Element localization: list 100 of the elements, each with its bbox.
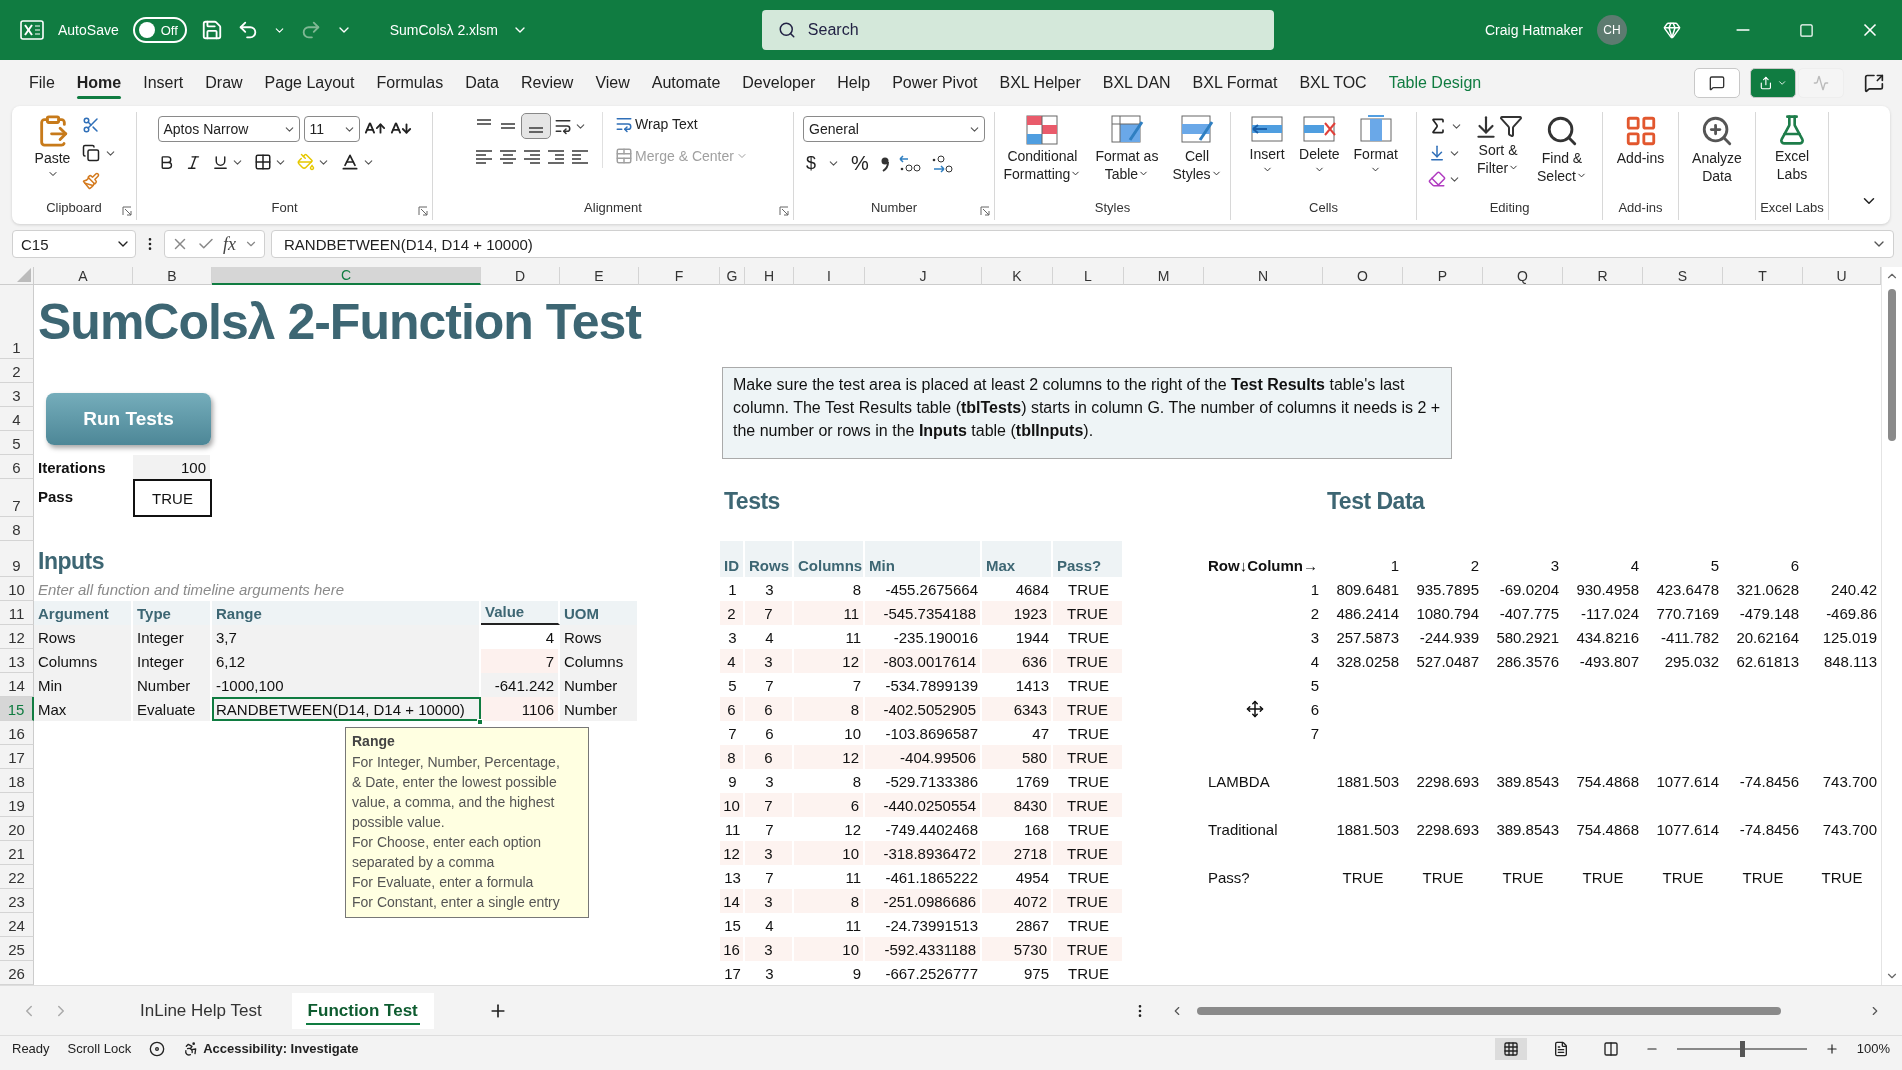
menu-tab[interactable]: Draw: [194, 66, 254, 100]
save-icon[interactable]: [200, 19, 223, 41]
row-header[interactable]: 20: [0, 817, 34, 841]
scroll-thumb[interactable]: [1888, 289, 1896, 441]
row-header[interactable]: 6: [0, 455, 34, 479]
column-header[interactable]: C: [212, 267, 481, 285]
font-name-field[interactable]: Aptos Narrow: [157, 116, 300, 142]
diamond-icon[interactable]: [1663, 21, 1681, 39]
menu-tab[interactable]: BXL Helper: [988, 66, 1092, 100]
file-name[interactable]: SumColsλ 2.xlsm: [389, 22, 498, 38]
increase-decimal-icon[interactable]: [897, 153, 922, 174]
name-box[interactable]: C15: [12, 230, 136, 258]
macro-record-icon[interactable]: [149, 1040, 166, 1057]
menu-tab[interactable]: Power Pivot: [881, 66, 989, 100]
column-header[interactable]: T: [1723, 267, 1803, 285]
dialog-launcher-icon[interactable]: [779, 206, 789, 216]
font-size-field[interactable]: 11: [303, 116, 360, 142]
ribbon-button[interactable]: Cell Styles: [1168, 112, 1226, 184]
row-header[interactable]: 23: [0, 889, 34, 913]
row-header[interactable]: 25: [0, 937, 34, 961]
ribbon-button[interactable]: Format: [1349, 112, 1402, 177]
coauthor-icon[interactable]: [1864, 73, 1884, 93]
row-header[interactable]: 24: [0, 913, 34, 937]
column-header[interactable]: M: [1124, 267, 1204, 285]
row-header[interactable]: 2: [0, 359, 34, 383]
column-header[interactable]: P: [1403, 267, 1483, 285]
column-header[interactable]: I: [794, 267, 865, 285]
column-header[interactable]: S: [1643, 267, 1723, 285]
column-header[interactable]: E: [560, 267, 639, 285]
column-header[interactable]: O: [1323, 267, 1403, 285]
autosave-toggle[interactable]: Off: [132, 17, 187, 43]
scroll-thumb[interactable]: [1196, 1006, 1782, 1015]
copy-icon[interactable]: [82, 144, 101, 162]
menu-tab[interactable]: Home: [65, 66, 133, 100]
menu-tab[interactable]: Review: [509, 66, 585, 100]
sheet-tab[interactable]: InLine Help Test: [124, 992, 278, 1029]
row-header[interactable]: 16: [0, 721, 34, 745]
row-header[interactable]: 10: [0, 577, 34, 601]
view-button[interactable]: [1494, 1037, 1527, 1060]
row-header[interactable]: 5: [0, 431, 34, 455]
dialog-launcher-icon[interactable]: [122, 206, 132, 216]
menu-tab[interactable]: Developer: [731, 66, 827, 100]
menu-tab[interactable]: Formulas: [365, 66, 455, 100]
ribbon-button[interactable]: Add-ins: [1612, 112, 1669, 168]
row-header[interactable]: 19: [0, 793, 34, 817]
column-header[interactable]: A: [34, 267, 133, 285]
format-painter-icon[interactable]: [82, 172, 101, 190]
column-header[interactable]: K: [982, 267, 1053, 285]
menu-tab[interactable]: View: [584, 66, 641, 100]
menu-tab[interactable]: Automate: [640, 66, 732, 100]
decrease-indent-icon[interactable]: [546, 148, 567, 166]
row-header[interactable]: 21: [0, 841, 34, 865]
column-header[interactable]: R: [1563, 267, 1643, 285]
ribbon-button[interactable]: Find & Select: [1533, 112, 1591, 186]
ribbon-button[interactable]: Delete: [1295, 112, 1344, 177]
row-header[interactable]: 1: [0, 285, 34, 359]
formula-field[interactable]: RANDBETWEEN(D14, D14 + 10000): [271, 230, 1894, 258]
sheet-tab[interactable]: Function Test: [291, 992, 434, 1029]
ribbon-button[interactable]: Excel Labs: [1770, 112, 1814, 184]
row-header[interactable]: 9: [0, 541, 34, 577]
menu-tab[interactable]: File: [18, 66, 66, 100]
user-avatar[interactable]: CH: [1597, 15, 1627, 45]
borders-icon[interactable]: [253, 153, 272, 171]
menu-tab[interactable]: Insert: [132, 66, 195, 100]
column-header[interactable]: N: [1204, 267, 1323, 285]
column-header[interactable]: D: [481, 267, 560, 285]
row-header[interactable]: 11: [0, 601, 34, 625]
comma-style-icon[interactable]: [879, 155, 890, 172]
align-right-icon[interactable]: [522, 148, 543, 166]
row-header[interactable]: 26: [0, 961, 34, 985]
menu-tab[interactable]: BXL DAN: [1091, 66, 1182, 100]
row-header[interactable]: 18: [0, 769, 34, 793]
dialog-launcher-icon[interactable]: [418, 206, 428, 216]
increase-indent-icon[interactable]: [570, 148, 591, 166]
cut-icon[interactable]: [82, 116, 101, 134]
menu-tab[interactable]: Page Layout: [253, 66, 366, 100]
fill-color-icon[interactable]: [296, 153, 315, 171]
row-header[interactable]: 7: [0, 479, 34, 517]
row-header[interactable]: 15: [0, 697, 34, 721]
ribbon-button[interactable]: Analyze Data: [1688, 112, 1746, 186]
ribbon-button[interactable]: Insert: [1245, 112, 1290, 177]
search-field[interactable]: Search: [761, 10, 1274, 50]
align-center-icon[interactable]: [498, 148, 519, 166]
column-header[interactable]: L: [1053, 267, 1124, 285]
row-header[interactable]: 12: [0, 625, 34, 649]
underline-icon[interactable]: [211, 153, 229, 171]
column-header[interactable]: J: [865, 267, 982, 285]
menu-tab[interactable]: Help: [826, 66, 882, 100]
row-header[interactable]: 4: [0, 407, 34, 431]
column-header[interactable]: G: [720, 267, 745, 285]
wrap-text-button[interactable]: Wrap Text: [611, 112, 752, 136]
paste-button[interactable]: Paste: [30, 112, 75, 182]
clear-icon[interactable]: [1428, 170, 1447, 188]
maximize-icon[interactable]: [1799, 22, 1814, 38]
align-left-icon[interactable]: [474, 148, 495, 166]
menu-tab[interactable]: BXL TOC: [1288, 66, 1378, 100]
currency-button[interactable]: $: [803, 153, 819, 174]
dialog-launcher-icon[interactable]: [980, 206, 990, 216]
share-button[interactable]: [1750, 68, 1796, 98]
row-header[interactable]: 8: [0, 517, 34, 541]
